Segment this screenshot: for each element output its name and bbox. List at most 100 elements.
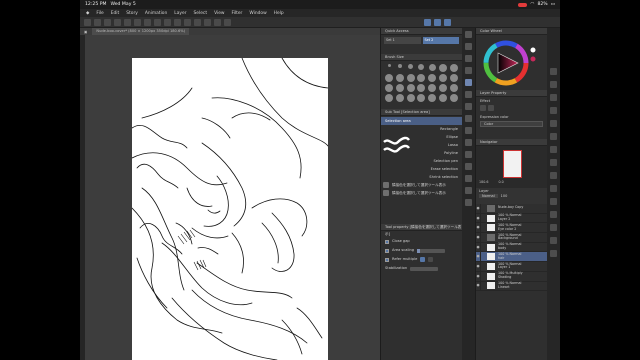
brush-size-option[interactable] <box>385 84 394 92</box>
invert-icon[interactable] <box>174 18 181 26</box>
set-2-button[interactable]: Set 2 <box>422 37 459 44</box>
grid-icon[interactable] <box>204 18 211 26</box>
brush-size-option[interactable] <box>417 84 426 92</box>
visibility-icon[interactable]: ● <box>476 223 481 233</box>
prop-stabilization[interactable]: Stabilization <box>381 264 462 273</box>
color-wheel[interactable] <box>476 35 547 90</box>
layer-row[interactable]: ● 100 % Normal Layer 1 <box>476 262 547 272</box>
pen-tool-icon[interactable] <box>550 68 557 75</box>
layer-row[interactable]: ● 100 % Normal Eye color 2 <box>476 223 547 234</box>
subtool-shrink-selection[interactable]: Shrink selection <box>381 173 462 181</box>
move-icon[interactable] <box>465 67 472 74</box>
transform-icon[interactable] <box>134 18 141 26</box>
subtool-erase-selection[interactable]: Erase selection <box>381 165 462 173</box>
brush-size-option[interactable] <box>449 84 458 92</box>
stabilization-slider[interactable] <box>410 266 439 271</box>
visibility-icon[interactable]: ● <box>476 281 481 291</box>
navigator-zoom[interactable]: 180.6 <box>479 180 488 184</box>
menu-edit[interactable]: Edit <box>111 11 120 16</box>
brush-size-option[interactable] <box>417 74 426 82</box>
brush-size-option[interactable] <box>417 94 426 102</box>
prop-close-gap[interactable]: Close gap <box>381 237 462 246</box>
canvas-paper[interactable] <box>131 57 329 360</box>
brush-size-option[interactable] <box>428 94 437 102</box>
menu-select[interactable]: Select <box>194 11 208 16</box>
pen-icon[interactable] <box>465 103 472 110</box>
menu-file[interactable]: File <box>96 11 103 16</box>
visibility-icon[interactable]: ● <box>476 271 481 281</box>
balloon-icon[interactable] <box>550 133 557 140</box>
person-icon[interactable] <box>550 94 557 101</box>
eyedropper-icon[interactable] <box>465 91 472 98</box>
brush-size-option[interactable] <box>387 64 391 67</box>
visibility-icon[interactable]: ● <box>476 203 481 213</box>
smoothing-icon[interactable] <box>444 18 451 26</box>
brush-size-option[interactable] <box>406 84 415 92</box>
canvas-tab[interactable]: Nude-boo-cover* (800 × 1200px 350dpi 180… <box>92 28 190 35</box>
visibility-icon[interactable]: ● <box>476 261 481 271</box>
blend-mode-select[interactable]: Normal <box>479 194 498 198</box>
fill-icon[interactable] <box>144 18 151 26</box>
canvas-area[interactable] <box>85 35 380 360</box>
pen-pressure-icon[interactable] <box>424 18 431 26</box>
figure-tool-icon[interactable] <box>550 237 557 244</box>
navigator-panel[interactable]: 180.6 0.0 <box>476 146 547 188</box>
tone-effect-icon[interactable] <box>488 105 494 111</box>
brush-size-option[interactable] <box>438 64 447 72</box>
expression-color-select[interactable]: Color <box>480 121 543 127</box>
save-icon[interactable] <box>94 18 101 26</box>
decoration-icon[interactable] <box>550 198 557 205</box>
airbrush-icon[interactable] <box>465 139 472 146</box>
navigator-angle[interactable]: 0.0 <box>498 180 503 184</box>
layer-row[interactable]: ● Nude-boy Copy <box>476 203 547 214</box>
brush-icon[interactable] <box>465 127 472 134</box>
area-scaling-slider[interactable] <box>417 248 446 253</box>
subtool-selection-area[interactable]: Selection area <box>381 117 462 125</box>
ruler-tool-icon[interactable] <box>550 159 557 166</box>
deselect-icon[interactable] <box>164 18 171 26</box>
refer-all-icon[interactable] <box>428 257 434 262</box>
visibility-icon[interactable]: ● <box>476 232 481 242</box>
brush-size-option[interactable] <box>438 94 447 102</box>
clear-icon[interactable] <box>124 18 131 26</box>
menu-help[interactable]: Help <box>274 11 284 16</box>
menu-window[interactable]: Window <box>249 11 266 16</box>
subtool-jp-1[interactable]: 隣接色を選択して選択ツール表示 <box>381 181 462 189</box>
text-icon[interactable] <box>465 199 472 206</box>
layer-row[interactable]: ● 100 % Normal body <box>476 242 547 253</box>
ruler-icon[interactable] <box>194 18 201 26</box>
blend-tool-icon[interactable] <box>550 185 557 192</box>
selection-tool-icon[interactable] <box>465 79 472 86</box>
border-effect-icon[interactable] <box>480 105 486 111</box>
prop-area-scaling[interactable]: Area scaling <box>381 246 462 255</box>
snap-icon[interactable] <box>184 18 191 26</box>
layer-row[interactable]: ● 100 % Multiply Shading <box>476 271 547 282</box>
close-gap-checkbox[interactable] <box>385 239 389 244</box>
brush-size-option[interactable] <box>438 74 447 82</box>
refer-layer-icon[interactable] <box>420 257 426 262</box>
brush-size-option[interactable] <box>418 64 425 70</box>
brush-size-option[interactable] <box>396 94 405 102</box>
menu-animation[interactable]: Animation <box>145 11 167 16</box>
text-tool-icon[interactable] <box>550 120 557 127</box>
subtool-jp-2[interactable]: 隣接色を選択して選択ツール表示 <box>381 189 462 197</box>
brush-size-option[interactable] <box>428 74 437 82</box>
brush-size-option[interactable] <box>398 64 403 68</box>
visibility-icon[interactable]: ● <box>476 252 481 262</box>
gradient-icon[interactable] <box>465 175 472 182</box>
area-scaling-checkbox[interactable] <box>385 248 389 253</box>
stroke-icon[interactable] <box>434 18 441 26</box>
visibility-icon[interactable]: ● <box>476 213 481 223</box>
layer-opacity[interactable]: 100 <box>501 194 508 198</box>
brush-size-option[interactable] <box>406 74 415 82</box>
visibility-icon[interactable]: ● <box>476 242 481 252</box>
eraser-icon[interactable] <box>465 151 472 158</box>
correct-line-icon[interactable] <box>550 172 557 179</box>
screen-record-icon[interactable] <box>518 2 528 7</box>
layer-row[interactable]: ● 100 % Normal Layer 2 <box>476 213 547 224</box>
flip-icon[interactable] <box>214 18 221 26</box>
refer-multiple-checkbox[interactable] <box>385 257 389 262</box>
set-1-button[interactable]: Set 1 <box>384 37 421 44</box>
brush-size-option[interactable] <box>385 94 394 102</box>
layer-row[interactable]: ● 100 % Normal Lineart <box>476 281 547 292</box>
